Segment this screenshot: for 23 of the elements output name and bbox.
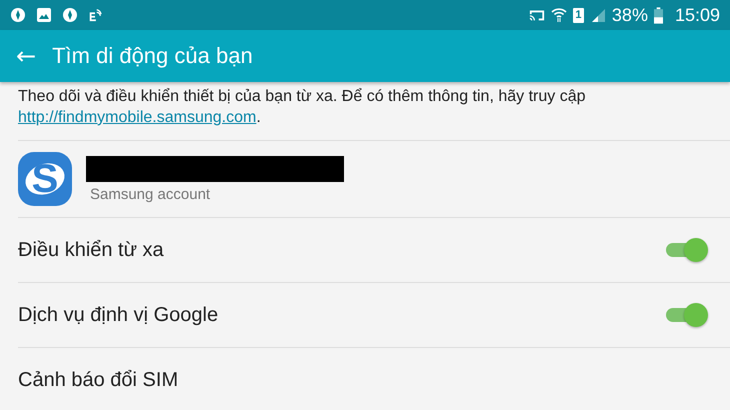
setting-label: Điều khiển từ xa — [18, 238, 164, 262]
toggle-switch[interactable] — [664, 237, 708, 263]
setting-label: Cảnh báo đổi SIM — [18, 368, 178, 392]
clock: 15:09 — [674, 4, 720, 26]
signal-icon — [590, 7, 606, 23]
image-icon — [36, 7, 52, 23]
compass-icon — [10, 7, 26, 23]
settings-row[interactable]: Điều khiển từ xa — [18, 218, 730, 283]
description-text: Theo dõi và điều khiển thiết bị của bạn từ xa. Để có thêm thông tin, hãy truy cập http://findmymobile.samsung.com. — [18, 82, 730, 141]
sim-card-icon: 1 — [572, 8, 584, 22]
screen-title: Tìm di động của bạn — [52, 43, 253, 69]
wireless-icon — [88, 7, 102, 23]
setting-label: Dịch vụ định vị Google — [18, 304, 218, 326]
compass-icon — [62, 7, 78, 23]
wifi-icon — [550, 7, 567, 23]
battery-icon — [654, 6, 663, 24]
account-logo-icon: S — [18, 152, 72, 206]
toggle-switch[interactable] — [664, 302, 708, 328]
settings-row[interactable]: Dịch vụ định vị Google — [18, 283, 730, 348]
account-type: Samsung account — [90, 186, 212, 202]
battery-percent: 38% — [612, 4, 648, 26]
website-link[interactable]: http://findmymobile.samsung.com — [18, 109, 256, 126]
settings-row[interactable]: Cảnh báo đổi SIM — [18, 348, 730, 410]
